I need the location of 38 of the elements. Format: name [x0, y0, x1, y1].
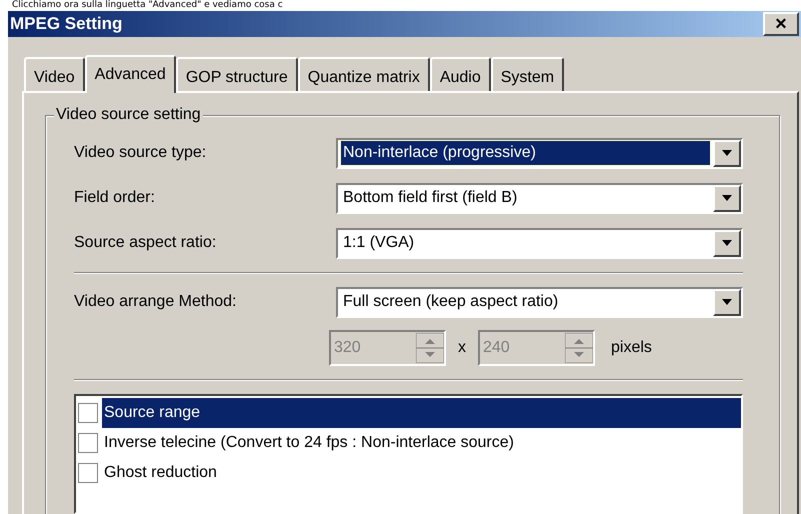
caption-text: Clicchiamo ora sulla linguetta "Advanced" e vediamo cosa c: [11, 0, 284, 11]
tab[interactable]: GOP structure: [176, 56, 298, 90]
option-item[interactable]: Ghost reduction: [102, 458, 741, 488]
option-item[interactable]: Source range: [102, 398, 741, 428]
dropdown[interactable]: Full screen (keep aspect ratio): [336, 286, 743, 318]
tab[interactable]: Advanced: [84, 54, 176, 92]
dropdown-button[interactable]: [713, 230, 741, 256]
dropdown-button[interactable]: [713, 184, 741, 212]
tab[interactable]: Audio: [430, 56, 491, 90]
dropdown-arrow-icon: [722, 240, 732, 246]
dropdown-button[interactable]: [713, 288, 741, 316]
group-title: Video source setting: [54, 104, 203, 124]
times-sign: x: [458, 338, 466, 358]
setting-label: Field order:: [74, 188, 155, 208]
dropdown[interactable]: 1:1 (VGA): [336, 228, 743, 258]
setting-label: Source aspect ratio:: [74, 233, 216, 253]
dropdown-arrow-icon: [722, 150, 732, 156]
dropdown-value: Bottom field first (field B): [342, 188, 518, 208]
tab[interactable]: Video: [24, 56, 85, 90]
window-title: MPEG Setting: [10, 13, 122, 35]
dropdown-arrow-icon: [722, 299, 732, 305]
dropdown-arrow-icon: [722, 195, 732, 201]
setting-label: Video arrange Method:: [74, 292, 236, 312]
checkbox[interactable]: [78, 432, 98, 452]
dropdown-value: Full screen (keep aspect ratio): [342, 292, 560, 312]
dropdown-value: 1:1 (VGA): [342, 233, 416, 253]
dropdown[interactable]: Non-interlace (progressive): [336, 138, 743, 168]
dropdown-value: Non-interlace (progressive): [341, 141, 710, 165]
close-button[interactable]: ×: [763, 12, 799, 36]
option-item[interactable]: Inverse telecine (Convert to 24 fps : Non-interlace source): [102, 428, 741, 458]
tab[interactable]: Quantize matrix: [298, 56, 430, 90]
unit-label: pixels: [611, 338, 652, 358]
checkbox[interactable]: [78, 462, 98, 482]
tab[interactable]: System: [490, 56, 564, 90]
setting-label: Video source type:: [74, 143, 206, 163]
dropdown[interactable]: Bottom field first (field B): [336, 182, 743, 214]
checkbox[interactable]: [78, 402, 98, 422]
dropdown-button[interactable]: [713, 140, 741, 166]
